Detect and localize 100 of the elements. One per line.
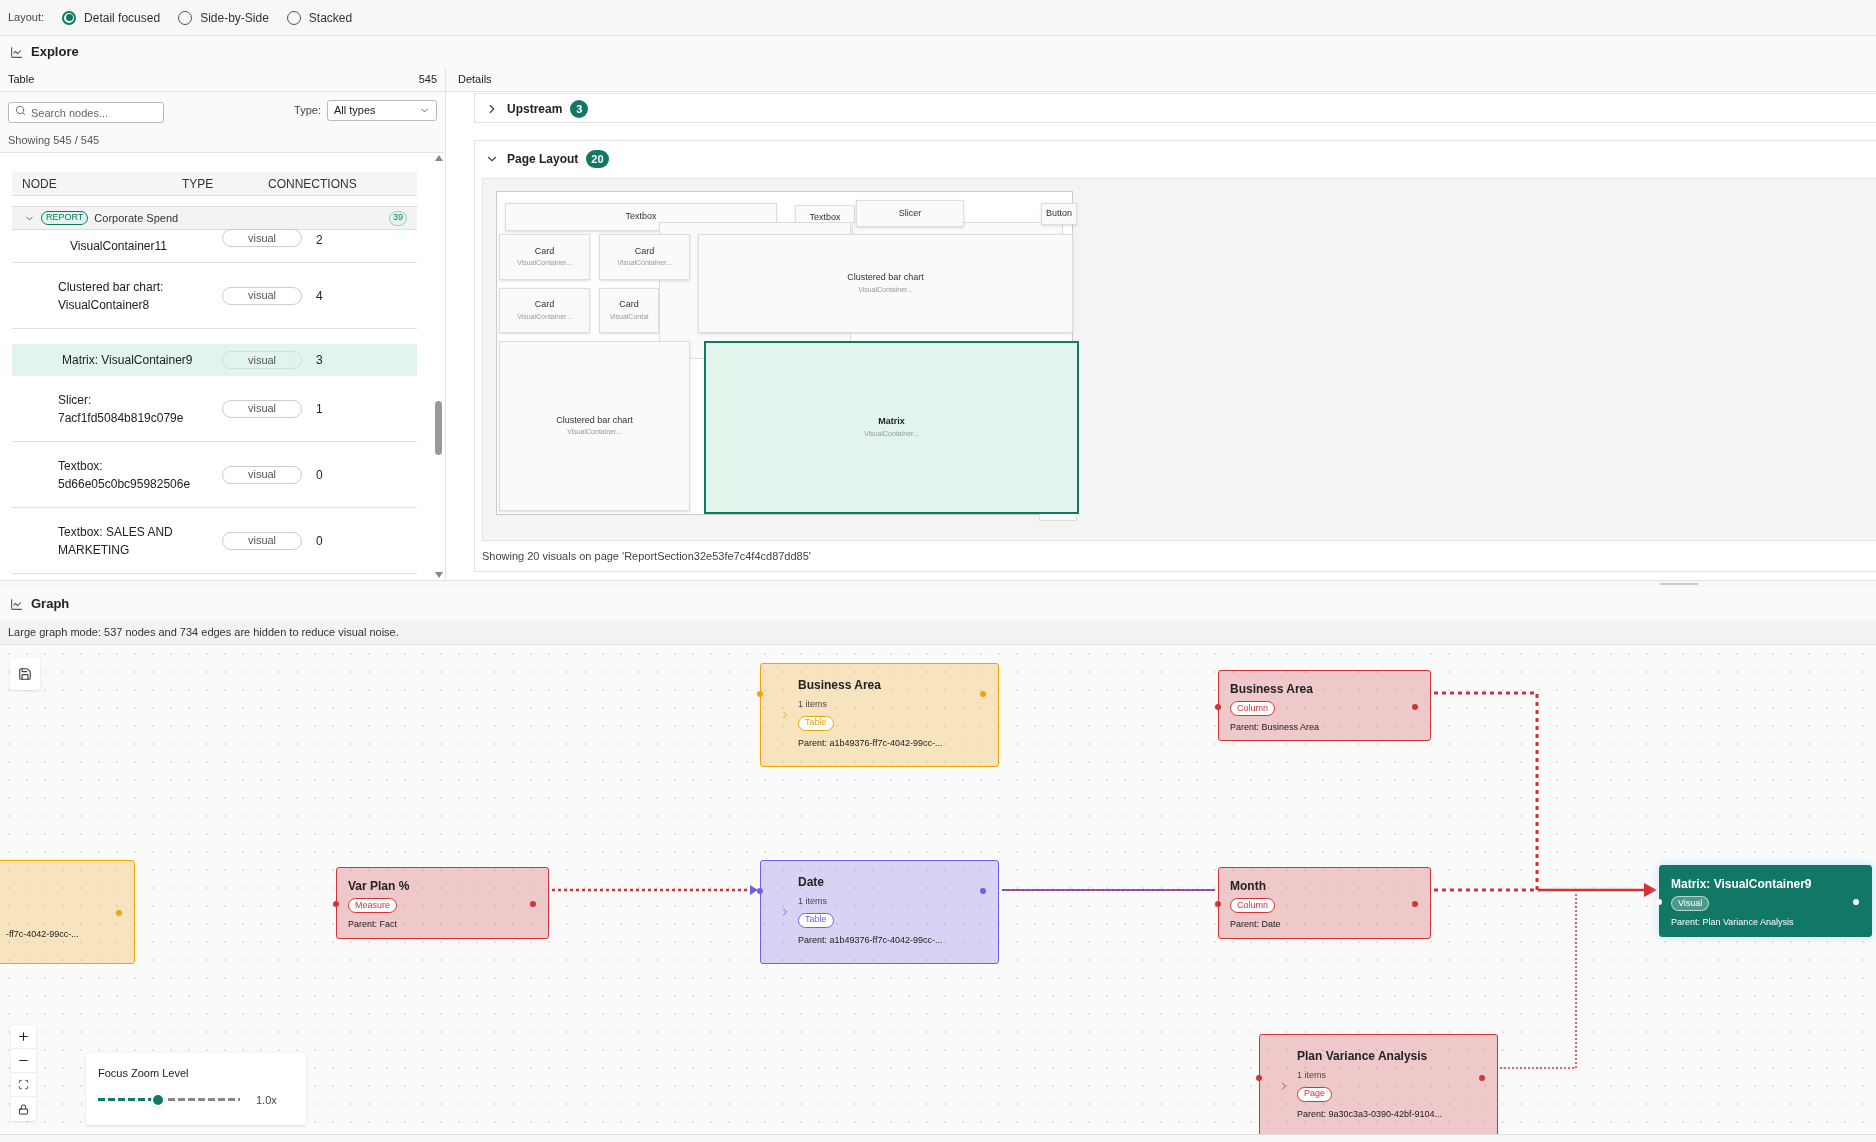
report-badge: REPORT <box>41 211 89 225</box>
item-count: 1 items <box>798 895 828 908</box>
node-tag: Table <box>798 715 834 731</box>
graph-notice: Large graph mode: 537 nodes and 734 edges are hidden to reduce visual noise. <box>8 624 399 640</box>
node-parent: Parent: Fact <box>348 918 399 931</box>
node-title: Business Area <box>798 677 882 694</box>
showing-count: Showing 545 / 545 <box>8 132 100 148</box>
fit-view-icon <box>18 1079 29 1090</box>
visual-title: Matrix <box>878 415 905 429</box>
line-chart-icon <box>10 45 23 59</box>
search-icon <box>15 104 26 116</box>
type-pill: visual <box>222 465 302 484</box>
type-pill: visual <box>222 351 302 369</box>
node-tag: Table <box>798 912 834 928</box>
section-header[interactable]: Upstream 3 <box>475 94 1876 124</box>
section-title: Page Layout <box>507 151 579 169</box>
node-parent: Parent: a1b49376-ff7c-4042-99cc-... <box>798 736 944 750</box>
plus-icon <box>17 1030 30 1043</box>
save-button[interactable] <box>10 658 40 690</box>
visual-title: Card <box>619 298 639 312</box>
search-field[interactable]: Search nodes... <box>8 102 164 123</box>
layout-footer: Showing 20 visuals on page 'ReportSection32e53fe7c4f4cd87dd85' <box>482 547 811 565</box>
column-header[interactable]: TYPE <box>182 174 268 193</box>
zoom-reading: 1.0x <box>256 1092 277 1108</box>
visual-tile[interactable]: Slicer <box>856 199 964 227</box>
layout-radio[interactable]: Detail focused <box>62 8 161 27</box>
node-name: Textbox: 5d66e05c0bc95982506e <box>57 457 192 493</box>
graph-node[interactable]: -ff7c-4042-99cc-... <box>0 860 135 964</box>
layout-radio[interactable]: Side-by-Side <box>178 8 269 27</box>
node-tag: Column <box>1230 701 1275 716</box>
node-name: Matrix: VisualContainer9 <box>61 352 194 369</box>
radio-icon <box>62 10 77 25</box>
graph-node[interactable]: Month Column Parent: Date <box>1218 867 1431 939</box>
count-badge: 39 <box>389 210 408 226</box>
graph-node[interactable]: Business Area 1 items Table Parent: a1b49376-ff7c-4042-99cc-... <box>760 663 999 767</box>
visual-title: Card <box>634 244 655 258</box>
node-title: Matrix: VisualContainer9 <box>1671 876 1813 893</box>
node-parent: Parent: Date <box>1230 918 1282 931</box>
connection-count: 1 <box>315 400 323 418</box>
visual-title: Clustered bar chart <box>847 271 924 285</box>
visual-title: Card <box>534 244 555 258</box>
graph-node[interactable]: Plan Variance Analysis 1 items Page Parent: 9a30c3a3-0390-42bf-9104... <box>1259 1034 1498 1134</box>
node-name: Slicer: 7acf1fd5084b819c079e <box>57 391 185 427</box>
node-total: 545 <box>418 72 437 88</box>
type-pill: visual <box>222 286 302 305</box>
node-parent: Parent: Business Area <box>1230 721 1321 734</box>
resize-handle[interactable] <box>1660 583 1698 585</box>
node-title: Month <box>1230 878 1267 895</box>
layout-radio[interactable]: Stacked <box>286 8 353 27</box>
section-header[interactable]: Page Layout 20 <box>475 144 619 175</box>
group-row[interactable]: REPORT Corporate Spend 39 <box>12 206 418 230</box>
zoom-slider[interactable] <box>98 1092 240 1107</box>
lock-icon <box>18 1103 29 1115</box>
save-icon <box>18 667 32 681</box>
node-title: Date <box>798 874 825 891</box>
column-header[interactable]: CONNECTIONS <box>268 174 418 193</box>
node-tag: Column <box>1230 898 1275 913</box>
visual-title: Card <box>534 298 555 312</box>
type-dropdown[interactable]: All types <box>327 99 437 121</box>
type-pill: visual <box>222 531 302 550</box>
table-row[interactable]: VisualContainer11 visual 2 <box>12 230 418 263</box>
details-title: Details <box>458 72 492 88</box>
graph-node[interactable]: Date 1 items Table Parent: a1b49376-ff7c-4042-99cc-... <box>760 860 999 964</box>
visual-title: Slicer <box>898 206 922 220</box>
node-name: Clustered bar chart: VisualContainer8 <box>57 278 165 314</box>
node-title: Plan Variance Analysis <box>1297 1048 1429 1065</box>
slider-thumb[interactable] <box>150 1092 165 1107</box>
type-pill: visual <box>222 399 302 418</box>
item-count: 1 items <box>798 698 828 711</box>
count-badge: 3 <box>570 100 589 118</box>
graph-node[interactable]: Var Plan % Measure Parent: Fact <box>336 867 549 939</box>
node-tag: Page <box>1297 1086 1333 1102</box>
graph-node[interactable]: Business Area Column Parent: Business Area <box>1218 670 1431 741</box>
type-pill: visual <box>222 229 302 247</box>
table-title: Table <box>8 72 35 88</box>
visual-title: Textbox <box>809 211 841 225</box>
node-title: Business Area <box>1230 681 1314 698</box>
connection-count: 2 <box>315 232 323 249</box>
group-name: Corporate Spend <box>94 210 180 226</box>
panel-title: Graph <box>31 595 70 614</box>
table-row[interactable]: Matrix: VisualContainer9 visual 3 <box>12 344 418 376</box>
graph-node[interactable]: Matrix: VisualContainer9 Visual Parent: Plan Variance Analysis <box>1659 865 1872 937</box>
node-name: VisualContainer11 <box>69 238 168 255</box>
line-chart-icon <box>10 597 23 611</box>
connection-count: 0 <box>315 466 323 484</box>
connection-count: 4 <box>315 287 323 305</box>
node-name: Textbox: SALES AND MARKETING <box>57 523 174 559</box>
zoom-title: Focus Zoom Level <box>98 1066 190 1081</box>
item-count: 1 items <box>1297 1069 1327 1082</box>
visual-tile[interactable]: Button <box>1041 202 1077 225</box>
node-parent: -ff7c-4042-99cc-... <box>5 928 80 941</box>
node-parent: Parent: 9a30c3a3-0390-42bf-9104... <box>1297 1107 1444 1121</box>
count-badge: 20 <box>586 150 609 169</box>
node-parent: Parent: a1b49376-ff7c-4042-99cc-... <box>798 933 944 947</box>
type-label: Type: <box>294 102 321 118</box>
connection-count: 3 <box>315 352 323 369</box>
connection-count: 0 <box>315 532 323 550</box>
node-tag: Visual <box>1671 896 1710 911</box>
node-parent: Parent: Plan Variance Analysis <box>1671 916 1795 929</box>
column-header[interactable]: NODE <box>12 174 182 193</box>
